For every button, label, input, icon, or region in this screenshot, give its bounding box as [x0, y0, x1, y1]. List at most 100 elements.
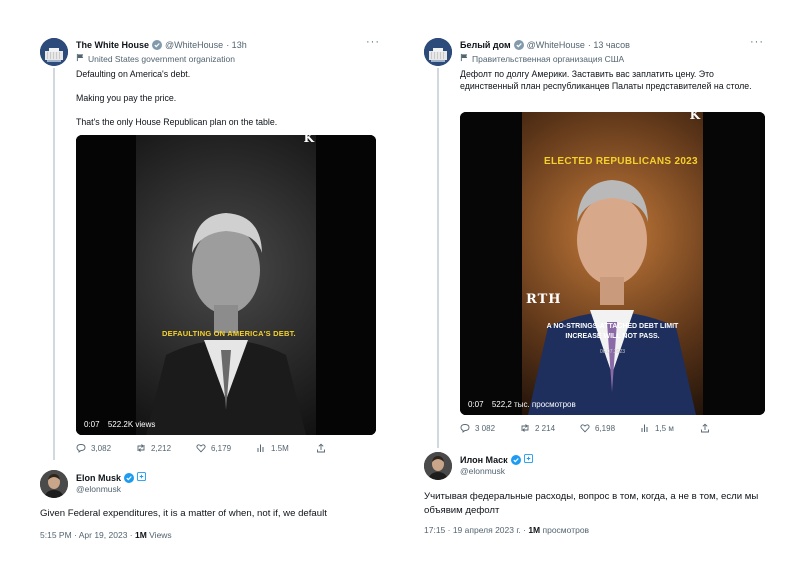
tweet-line: Making you pay the price.	[76, 93, 177, 103]
tweet-screenshot-russian: Белый дом @WhiteHouse · 13 часов ··· Пра…	[414, 30, 770, 544]
retweet-button[interactable]: 2,212	[136, 443, 196, 453]
share-button[interactable]	[316, 443, 326, 453]
reply-views-label: просмотров	[540, 525, 590, 535]
video-caption-line: INCREASE WILL NOT PASS.	[565, 333, 660, 340]
reply-author-name[interactable]: Elon Musk	[76, 473, 121, 483]
tweet-video[interactable]: K DEFAULTING ON AMERICA'S DEBT. 0:07 522…	[76, 135, 376, 435]
tweet-text: Defaulting on America's debt. Making you…	[76, 68, 376, 128]
video-duration: 0:07	[468, 400, 484, 409]
gov-org-label: Правительственная организация США	[460, 53, 624, 64]
tweet-text: Дефолт по долгу Америки. Заставить вас з…	[460, 69, 752, 91]
video-meta: 0:07 522.2K views	[84, 420, 161, 429]
share-button[interactable]	[700, 423, 710, 433]
views-icon	[257, 444, 264, 452]
tweet-line: That's the only House Republican plan on…	[76, 117, 278, 127]
author-handle[interactable]: @WhiteHouse	[527, 40, 585, 50]
retweet-button[interactable]: 2 214	[520, 423, 580, 433]
author-name[interactable]: The White House	[76, 40, 149, 50]
verified-icon	[513, 40, 524, 50]
tweet-line: Defaulting on America's debt.	[76, 69, 191, 79]
share-icon	[317, 443, 325, 453]
video-views: 522.2K views	[107, 420, 156, 429]
channel-logo: K	[303, 135, 314, 145]
reply-icon	[460, 424, 470, 433]
tweet-time[interactable]: · 13h	[226, 40, 247, 50]
thread-line	[53, 68, 55, 460]
views-count: 1.5M	[271, 443, 289, 453]
author-name[interactable]: Белый дом	[460, 40, 511, 50]
like-icon	[196, 444, 206, 453]
reply-footer: 5:15 PM · Apr 19, 2023 · 1M Views	[40, 530, 172, 540]
reply-icon	[76, 444, 86, 453]
like-button[interactable]: 6,198	[580, 423, 640, 433]
reply-header: Elon Musk	[76, 472, 147, 483]
whitehouse-avatar[interactable]	[424, 38, 452, 66]
share-icon	[701, 423, 709, 433]
reply-time[interactable]: 17:15 · 19 апреля 2023 г. ·	[424, 525, 528, 535]
views-button[interactable]: 1,5 м	[640, 423, 700, 433]
verified-icon	[510, 454, 521, 465]
gov-org-text: United States government organization	[88, 53, 235, 64]
tweet-time[interactable]: · 13 часов	[588, 40, 630, 50]
gov-org-text: Правительственная организация США	[472, 53, 625, 64]
reply-views-count: 1M	[134, 530, 147, 540]
author-handle[interactable]: @WhiteHouse	[165, 40, 223, 50]
reply-author-handle[interactable]: @elonmusk	[76, 484, 121, 494]
reply-time[interactable]: 5:15 PM · Apr 19, 2023 ·	[40, 530, 135, 540]
video-caption: DEFAULTING ON AMERICA'S DEBT.	[162, 329, 296, 338]
video-frame	[76, 135, 376, 435]
reply-header: Илон Маск	[460, 454, 533, 465]
retweet-count: 2,212	[151, 443, 172, 453]
video-caption: A NO-STRINGS-ATTACHED DEBT LIMIT INCREAS…	[460, 322, 765, 342]
like-count: 6,179	[211, 443, 232, 453]
views-icon	[641, 424, 648, 432]
thread-line	[437, 68, 439, 448]
gov-org-label: United States government organization	[76, 53, 235, 64]
channel-logo: K	[689, 112, 700, 122]
video-duration: 0:07	[84, 420, 100, 429]
reply-handle-row: @elonmusk	[76, 484, 121, 494]
views-count: 1,5 м	[655, 423, 674, 433]
video-date-stamp: 06.07.2023	[600, 349, 626, 355]
reply-footer: 17:15 · 19 апреля 2023 г. · 1M просмотро…	[424, 525, 589, 535]
elonmusk-avatar[interactable]	[40, 470, 68, 498]
verified-icon	[152, 40, 163, 50]
whitehouse-avatar[interactable]	[40, 38, 68, 66]
video-title: ELECTED REPUBLICANS 2023	[544, 156, 698, 167]
retweet-icon	[521, 424, 529, 432]
reply-author-handle[interactable]: @elonmusk	[460, 466, 505, 476]
tweet-video[interactable]: K ELECTED REPUBLICANS 2023 RTH A NO-STRI…	[460, 112, 765, 415]
retweet-count: 2 214	[535, 423, 556, 433]
like-icon	[580, 424, 590, 433]
twitter-blue-icon	[523, 454, 533, 465]
like-count: 6,198	[595, 423, 616, 433]
reply-count: 3 082	[475, 423, 496, 433]
retweet-icon	[137, 444, 145, 452]
tweet-header: The White House @WhiteHouse · 13h	[76, 40, 247, 50]
video-caption-line: A NO-STRINGS-ATTACHED DEBT LIMIT	[546, 323, 679, 330]
tweet-actions: 3,082 2,212 6,179 1.5M	[76, 443, 326, 453]
verified-icon	[124, 472, 135, 483]
video-side-text: RTH	[526, 292, 562, 307]
like-button[interactable]: 6,179	[196, 443, 256, 453]
reply-count: 3,082	[91, 443, 112, 453]
tweet-actions: 3 082 2 214 6,198 1,5 м	[460, 423, 710, 433]
tweet-header: Белый дом @WhiteHouse · 13 часов	[460, 40, 630, 50]
reply-author-name[interactable]: Илон Маск	[460, 455, 508, 465]
reply-handle-row: @elonmusk	[460, 466, 505, 476]
reply-text: Given Federal expenditures, it is a matt…	[40, 508, 327, 519]
more-icon[interactable]: ···	[366, 36, 380, 48]
views-button[interactable]: 1.5M	[256, 443, 316, 453]
reply-button[interactable]: 3 082	[460, 423, 520, 433]
video-meta: 0:07 522,2 тыс. просмотров	[468, 400, 582, 409]
video-views: 522,2 тыс. просмотров	[491, 400, 576, 409]
tweet-screenshot-english: The White House @WhiteHouse · 13h ··· Un…	[30, 30, 386, 544]
reply-text: Учитывая федеральные расходы, вопрос в т…	[424, 491, 759, 516]
twitter-blue-icon	[137, 472, 147, 483]
gov-flag-icon	[460, 53, 469, 64]
reply-views-count: 1M	[528, 525, 541, 535]
elonmusk-avatar[interactable]	[424, 452, 452, 480]
more-icon[interactable]: ···	[750, 36, 764, 48]
reply-button[interactable]: 3,082	[76, 443, 136, 453]
reply-views-label: Views	[146, 530, 172, 540]
